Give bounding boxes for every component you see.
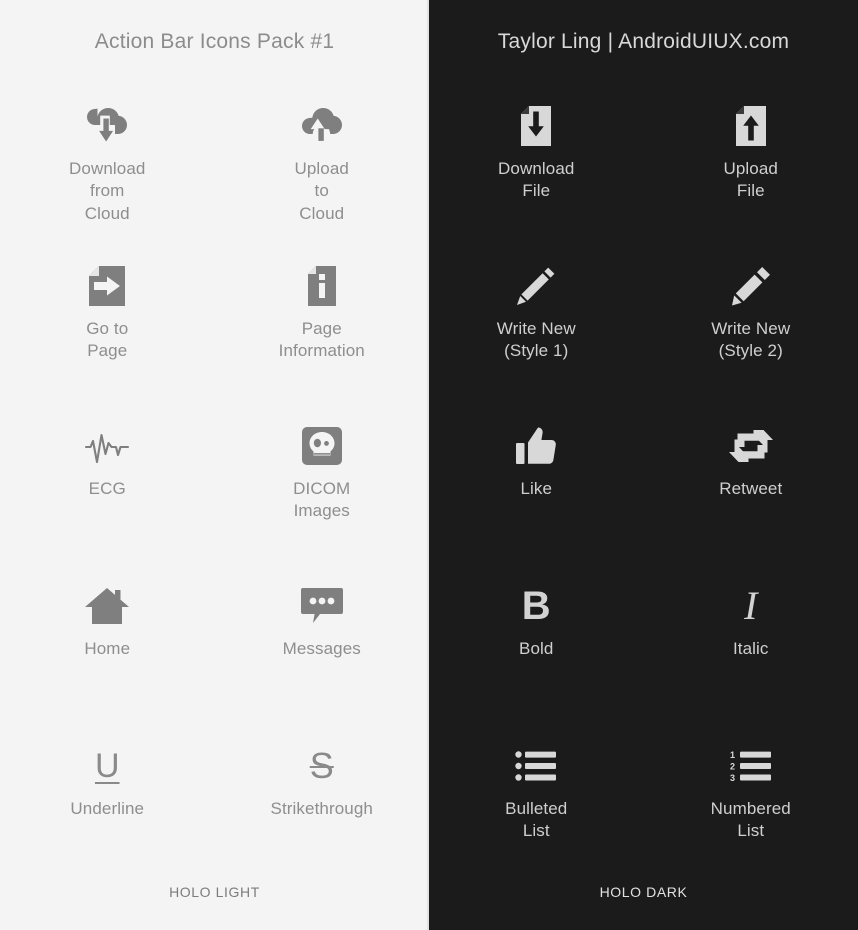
cloud-download-icon[interactable] [83,102,131,150]
page-info-icon[interactable] [298,262,346,310]
icon-label: Bold [519,639,554,658]
icon-label: Underline [70,799,145,818]
bulleted-list-icon[interactable] [512,742,560,790]
home-icon[interactable] [83,582,131,630]
icon-label: Retweet [719,479,783,498]
pencil-style1-icon[interactable] [512,262,560,310]
icon-label: Numbered List [710,799,791,841]
icon-cell-bold[interactable]: B Bold [429,582,644,660]
icon-label: Like [520,479,553,498]
messages-icon[interactable] [298,582,346,630]
strikethrough-icon[interactable]: S [298,742,346,790]
file-download-icon[interactable] [512,102,560,150]
icon-cell-write-new-style-1[interactable]: Write New (Style 1) [429,262,644,363]
bold-glyph: B [521,584,551,628]
icon-label: DICOM Images [293,479,351,521]
icon-cell-messages[interactable]: Messages [215,582,430,660]
thumbs-up-icon[interactable] [512,422,560,470]
icon-cell-bulleted-list[interactable]: Bulleted List [429,742,644,843]
icon-cell-ecg[interactable]: ECG [0,422,215,500]
icon-label: Page Information [278,319,365,361]
go-to-page-icon[interactable] [83,262,131,310]
icon-label: ECG [88,479,126,498]
icon-cell-download-from-cloud[interactable]: Download from Cloud [0,102,215,225]
bold-icon[interactable]: B [512,582,560,630]
icon-label: Download from Cloud [69,159,146,223]
holo-dark-panel: Taylor Ling | AndroidUIUX.com Download F… [429,0,858,930]
icon-cell-dicom-images[interactable]: DICOM Images [215,422,430,523]
icon-label: Write New (Style 2) [711,319,791,361]
italic-icon[interactable]: I [727,582,775,630]
panel-footer-dark: HOLO DARK [599,884,688,900]
icon-label: Home [84,639,131,658]
underline-icon[interactable]: U [83,742,131,790]
icon-cell-strikethrough[interactable]: S Strikethrough [215,742,430,820]
page-title-right: Taylor Ling | AndroidUIUX.com [497,30,790,53]
icon-cell-write-new-style-2[interactable]: Write New (Style 2) [644,262,858,363]
page-title-left: Action Bar Icons Pack #1 [94,30,335,53]
strikethrough-glyph: S [309,745,334,786]
icon-label: Go to Page [86,319,129,361]
cloud-upload-icon[interactable] [298,102,346,150]
numbered-list-digit-1: 1 [730,750,735,760]
icon-grid-light: Download from Cloud Upload to Cloud Go t… [0,60,429,930]
icon-pack-sheet: Action Bar Icons Pack #1 Download from C… [0,0,858,930]
dicom-skull-icon[interactable] [298,422,346,470]
icon-label: Bulleted List [505,799,568,841]
icon-cell-italic[interactable]: I Italic [644,582,858,660]
pencil-style2-icon[interactable] [727,262,775,310]
icon-cell-numbered-list[interactable]: 1 2 3 Numbered List [644,742,858,843]
numbered-list-digit-3: 3 [730,773,735,783]
icon-label: Messages [282,639,361,658]
icon-cell-home[interactable]: Home [0,582,215,660]
icon-label: Write New (Style 1) [496,319,576,361]
holo-light-panel: Action Bar Icons Pack #1 Download from C… [0,0,429,930]
icon-label: Upload File [723,159,778,201]
retweet-icon[interactable] [727,422,775,470]
numbered-list-digit-2: 2 [730,762,735,772]
icon-cell-retweet[interactable]: Retweet [644,422,858,500]
icon-cell-like[interactable]: Like [429,422,644,500]
numbered-list-icon[interactable]: 1 2 3 [727,742,775,790]
icon-label: Italic [732,639,769,658]
icon-cell-page-information[interactable]: Page Information [215,262,430,363]
icon-cell-go-to-page[interactable]: Go to Page [0,262,215,363]
panel-footer-light: HOLO LIGHT [169,884,260,900]
file-upload-icon[interactable] [727,102,775,150]
icon-label: Upload to Cloud [294,159,349,223]
icon-label: Strikethrough [270,799,373,818]
icon-cell-download-file[interactable]: Download File [429,102,644,203]
underline-glyph: U [94,747,120,785]
icon-cell-underline[interactable]: U Underline [0,742,215,820]
italic-glyph: I [744,583,758,628]
icon-cell-upload-file[interactable]: Upload File [644,102,858,203]
icon-cell-upload-to-cloud[interactable]: Upload to Cloud [215,102,430,225]
icon-grid-dark: Download File Upload File Write New (Sty… [429,60,858,930]
ecg-icon[interactable] [83,422,131,470]
icon-label: Download File [498,159,575,201]
